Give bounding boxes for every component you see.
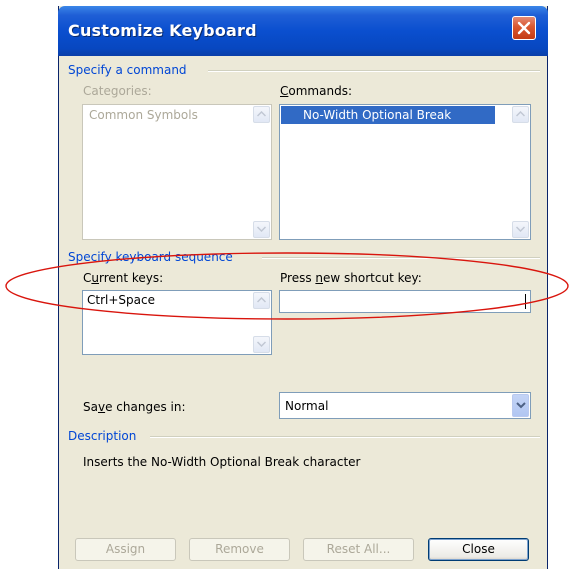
reset-all-button[interactable]: Reset All...	[303, 538, 414, 561]
save-changes-label: Save changes in:	[83, 400, 186, 414]
scroll-up-button[interactable]	[512, 106, 529, 123]
scroll-up-arrow-icon	[516, 111, 525, 117]
commands-scrollbar[interactable]	[512, 106, 529, 238]
list-item-common-symbols[interactable]: Common Symbols	[89, 108, 198, 122]
dialog-title: Customize Keyboard	[68, 21, 257, 40]
scroll-down-arrow-icon	[257, 341, 266, 347]
close-icon	[517, 21, 531, 35]
close-button[interactable]: Close	[428, 538, 529, 561]
save-changes-label-post: e changes in:	[105, 400, 186, 414]
categories-label: Categories:	[83, 84, 152, 98]
list-item-selected[interactable]: No-Width Optional Break	[281, 106, 495, 124]
group-divider	[208, 70, 540, 72]
commands-label-post: ommands:	[288, 84, 352, 98]
save-changes-label-pre: Sa	[83, 400, 98, 414]
chevron-down-icon	[516, 402, 526, 409]
close-window-button[interactable]	[512, 16, 536, 40]
scroll-up-button[interactable]	[253, 106, 270, 123]
scroll-down-button[interactable]	[253, 221, 270, 238]
scroll-down-arrow-icon	[257, 226, 266, 232]
commands-list[interactable]: No-Width Optional Break	[279, 104, 531, 240]
highlight-ellipse	[5, 252, 569, 320]
group-divider	[150, 436, 540, 438]
dropdown-button[interactable]	[512, 394, 529, 417]
specify-command-group-label: Specify a command	[68, 63, 187, 77]
scroll-down-button[interactable]	[253, 336, 270, 353]
scroll-down-arrow-icon	[516, 226, 525, 232]
categories-scrollbar[interactable]	[253, 106, 270, 238]
categories-list[interactable]: Common Symbols	[82, 104, 272, 240]
description-group-label: Description	[68, 429, 137, 443]
save-changes-selected: Normal	[285, 399, 329, 413]
assign-button[interactable]: Assign	[75, 538, 176, 561]
description-text: Inserts the No-Width Optional Break char…	[83, 455, 361, 469]
commands-label: Commands:	[280, 84, 352, 98]
scroll-down-button[interactable]	[512, 221, 529, 238]
remove-button[interactable]: Remove	[189, 538, 290, 561]
save-changes-dropdown[interactable]: Normal	[279, 392, 531, 419]
scroll-up-arrow-icon	[257, 111, 266, 117]
